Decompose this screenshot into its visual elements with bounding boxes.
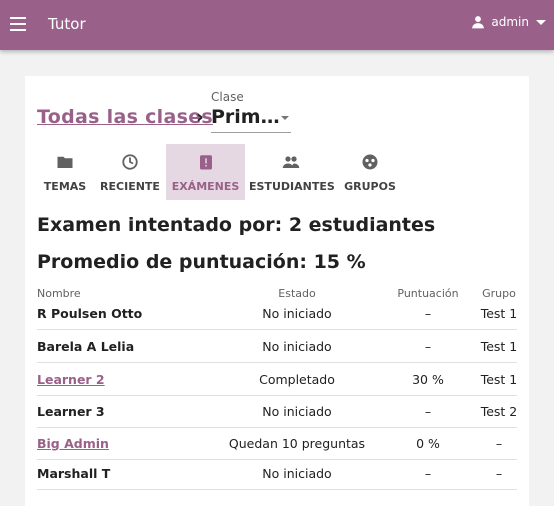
group-cell: Test 1 xyxy=(480,372,518,387)
tab-label: ESTUDIANTES xyxy=(249,180,335,193)
user-icon xyxy=(472,16,485,29)
exam-icon xyxy=(199,155,212,170)
student-name: Marshall T xyxy=(37,466,111,481)
status-cell: No iniciado xyxy=(262,339,332,354)
score-cell: – xyxy=(424,339,432,354)
tab-label: TEMAS xyxy=(43,180,87,193)
status-cell: Completado xyxy=(259,372,335,387)
table-row: Barela A Lelia No iniciado – Test 1 xyxy=(37,330,517,363)
tab-reciente[interactable]: RECIENTE xyxy=(99,144,161,200)
tab-temas[interactable]: TEMAS xyxy=(37,144,93,200)
class-select-label: Clase xyxy=(211,90,244,104)
groups-icon xyxy=(362,154,378,170)
tab-label: RECIENTE xyxy=(100,180,160,193)
score-cell: – xyxy=(424,306,432,321)
people-icon xyxy=(282,156,300,168)
tab-grupos[interactable]: GRUPOS xyxy=(339,144,401,200)
student-name: Barela A Lelia xyxy=(37,339,135,354)
menu-icon[interactable] xyxy=(10,17,26,31)
table-row: R Poulsen Otto No iniciado – Test 1 xyxy=(37,297,517,330)
group-cell: Test 2 xyxy=(480,404,518,419)
average-score-heading: Promedio de puntuación: 15 % xyxy=(37,251,366,273)
table-row: Learner 3 No iniciado – Test 2 xyxy=(37,395,517,428)
status-cell: No iniciado xyxy=(262,404,332,419)
tab-examenes[interactable]: EXÁMENES xyxy=(166,144,245,200)
student-name-link[interactable]: Learner 2 xyxy=(37,372,105,387)
tab-label: GRUPOS xyxy=(344,180,396,193)
class-select-value: Prim… xyxy=(211,106,280,128)
table-row: Big Admin Quedan 10 preguntas 0 % – xyxy=(37,427,517,460)
student-name-link[interactable]: Big Admin xyxy=(37,436,109,451)
score-cell: 30 % xyxy=(412,372,444,387)
score-cell: – xyxy=(424,404,432,419)
chevron-down-icon xyxy=(536,19,546,25)
group-cell: Test 1 xyxy=(480,339,518,354)
score-cell: – xyxy=(424,466,432,481)
user-name: admin xyxy=(491,15,529,29)
status-cell: No iniciado xyxy=(262,466,332,481)
exam-attempted-heading: Examen intentado por: 2 estudiantes xyxy=(37,214,436,236)
status-cell: No iniciado xyxy=(262,306,332,321)
student-name: Learner 3 xyxy=(37,404,105,419)
app-bar: Tutor admin xyxy=(0,0,554,50)
status-cell: Quedan 10 preguntas xyxy=(228,436,366,451)
tab-label: EXÁMENES xyxy=(171,180,240,193)
tab-estudiantes[interactable]: ESTUDIANTES xyxy=(249,144,335,200)
group-cell: Test 1 xyxy=(480,306,518,321)
folder-icon xyxy=(57,156,73,168)
score-cell: 0 % xyxy=(416,436,440,451)
table-row: Marshall T No iniciado – – xyxy=(37,457,517,490)
app-title: Tutor xyxy=(48,15,86,33)
table-row: Learner 2 Completado 30 % Test 1 xyxy=(37,363,517,396)
breadcrumb-link[interactable]: Todas las clases xyxy=(37,106,213,128)
breadcrumb-separator: › xyxy=(196,106,204,128)
user-menu[interactable]: admin xyxy=(471,15,546,29)
student-name: R Poulsen Otto xyxy=(37,306,143,321)
group-cell: – xyxy=(495,466,503,481)
main-card: Todas las clases › Clase Prim… TEMAS REC… xyxy=(25,76,529,506)
clock-icon xyxy=(122,154,138,170)
class-select[interactable]: Prim… xyxy=(211,106,291,133)
group-cell: – xyxy=(495,436,503,451)
dropdown-arrow-icon xyxy=(281,116,289,120)
